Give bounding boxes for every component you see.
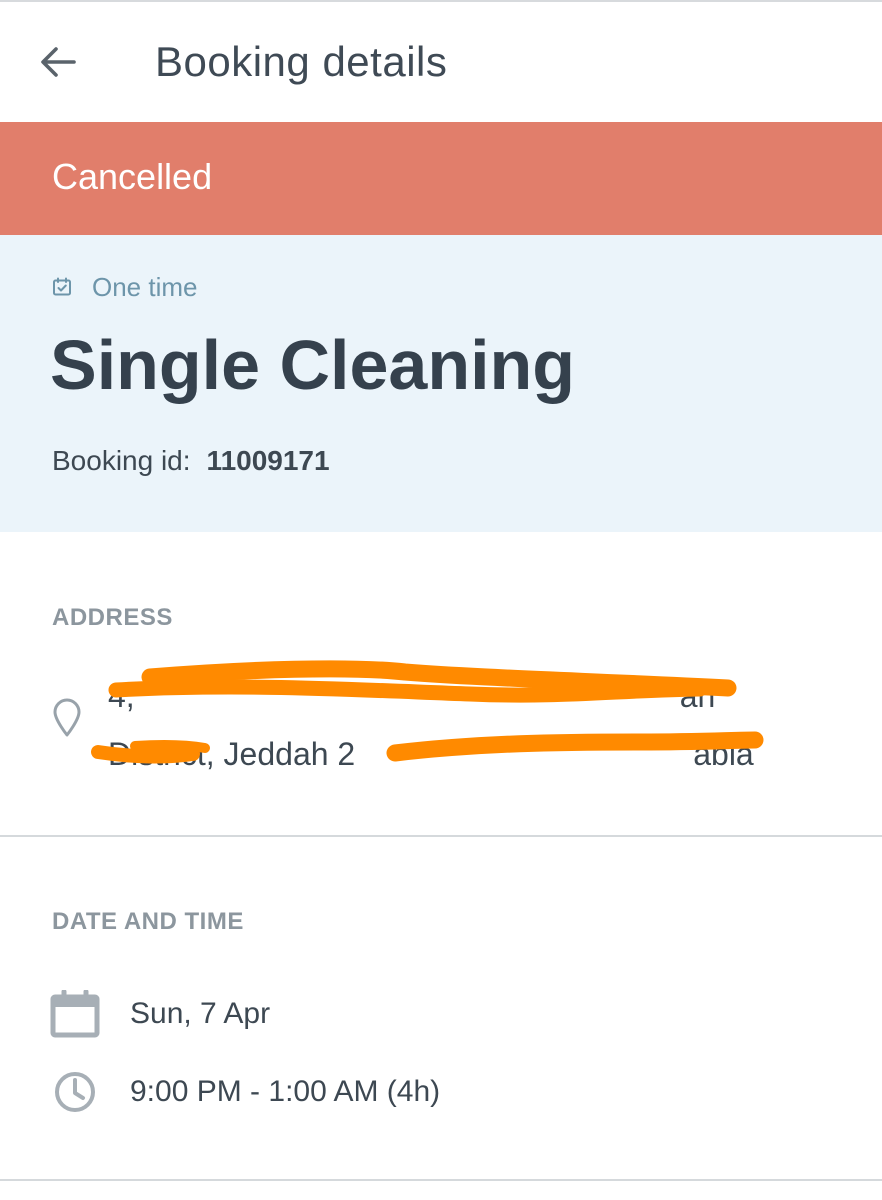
booking-id-value: 11009171	[206, 445, 330, 476]
location-pin-icon	[53, 698, 81, 737]
date-time-heading: DATE AND TIME	[52, 908, 244, 935]
address-line-2-tail: abia	[693, 736, 754, 772]
status-label: Cancelled	[52, 156, 213, 197]
app-header: Booking details	[0, 2, 882, 122]
calendar-icon	[50, 990, 100, 1038]
frequency-tag: One time	[52, 271, 198, 303]
time-row: 9:00 PM - 1:00 AM (4h)	[50, 1070, 440, 1114]
address-line-1-tail: ah	[679, 678, 716, 714]
page-title: Booking details	[155, 38, 448, 85]
clock-icon	[55, 1072, 95, 1112]
booking-id-label: Booking id:	[52, 445, 191, 476]
address-line-1-visible: 4,	[108, 678, 135, 714]
address-text: 4, ah District, Jeddah 2 abia	[108, 667, 828, 783]
calendar-check-icon	[53, 277, 71, 296]
back-button[interactable]	[34, 38, 82, 86]
status-banner: Cancelled	[0, 122, 882, 235]
booking-summary-card: One time Single Cleaning Booking id: 1100…	[0, 235, 882, 532]
arrow-left-icon	[41, 47, 76, 77]
booking-details-screen: Booking details Cancelled One time Singl…	[0, 0, 882, 1200]
service-title: Single Cleaning	[50, 326, 576, 404]
address-line-2: District, Jeddah 2 abia	[108, 725, 828, 783]
address-row: 4, ah District, Jeddah 2 abia	[50, 665, 850, 775]
address-line-1: 4, ah	[108, 667, 828, 725]
booking-id-row: Booking id: 11009171	[52, 443, 330, 479]
section-divider	[0, 835, 882, 837]
date-row: Sun, 7 Apr	[50, 990, 270, 1038]
booking-time: 9:00 PM - 1:00 AM (4h)	[130, 1075, 441, 1108]
address-heading: ADDRESS	[52, 604, 173, 631]
address-line-2-visible: District, Jeddah 2	[108, 736, 356, 772]
booking-date: Sun, 7 Apr	[130, 997, 271, 1030]
bottom-divider	[0, 1179, 882, 1181]
frequency-label: One time	[92, 272, 198, 302]
